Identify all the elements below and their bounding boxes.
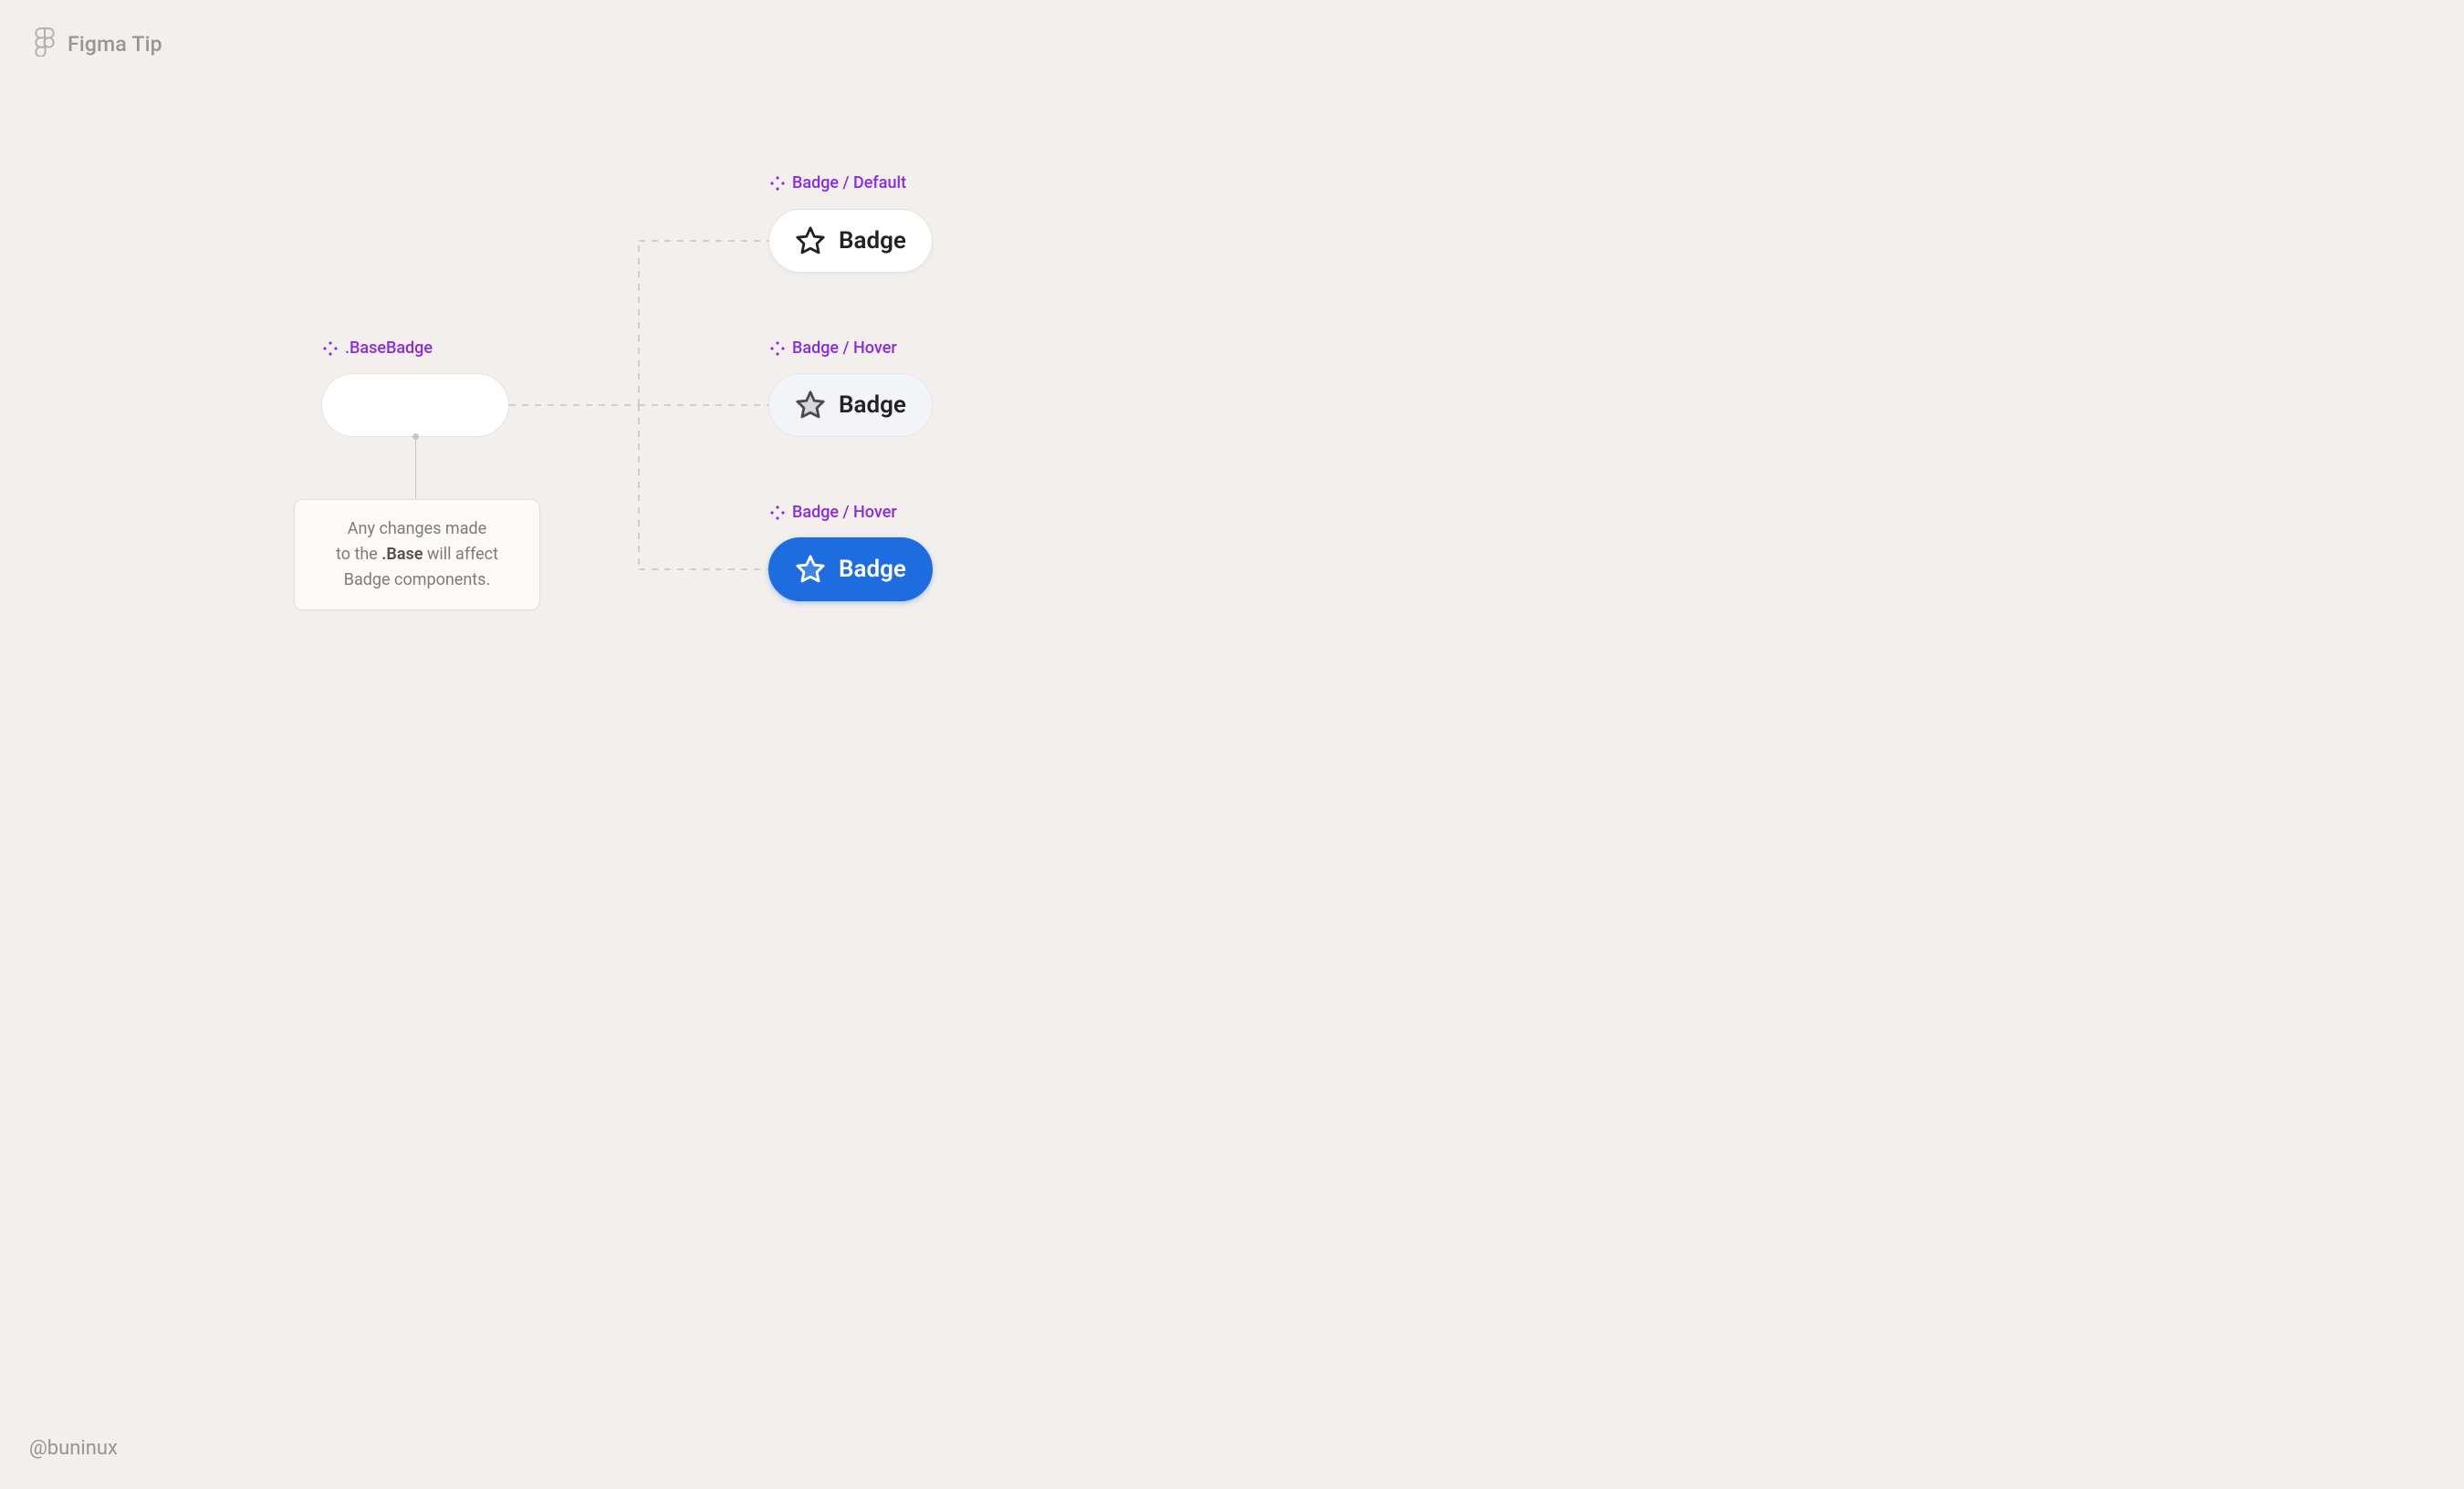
star-icon	[795, 554, 826, 585]
note-box: Any changes made to the .Base will affec…	[294, 499, 540, 610]
badge-active[interactable]: Badge	[768, 537, 933, 601]
component-label-text: Badge / Hover	[792, 503, 897, 522]
note-line3: Badge components.	[313, 567, 521, 593]
note-connector	[415, 437, 416, 499]
star-icon	[795, 225, 826, 256]
component-icon	[323, 341, 338, 356]
badge-text: Badge	[839, 227, 906, 255]
note-line2: to the .Base will affect	[313, 542, 521, 567]
badge-default[interactable]: Badge	[768, 209, 933, 273]
component-label-text: .BaseBadge	[345, 338, 433, 358]
component-label-hover: Badge / Hover	[770, 338, 897, 358]
connectors	[0, 0, 1278, 772]
component-label-text: Badge / Hover	[792, 338, 897, 358]
note-line1: Any changes made	[313, 516, 521, 542]
page-title: Figma Tip	[68, 32, 162, 57]
header: Figma Tip	[33, 27, 162, 60]
component-icon	[770, 176, 785, 191]
component-label-default: Badge / Default	[770, 173, 906, 193]
footer-handle: @buninux	[29, 1437, 118, 1460]
badge-text: Badge	[839, 556, 906, 583]
figma-icon	[33, 27, 57, 60]
base-badge-pill[interactable]	[321, 373, 509, 437]
component-label-text: Badge / Default	[792, 173, 906, 193]
star-icon	[795, 390, 826, 421]
badge-text: Badge	[839, 391, 906, 419]
component-icon	[770, 341, 785, 356]
badge-hover[interactable]: Badge	[768, 373, 933, 437]
component-label-active: Badge / Hover	[770, 503, 897, 522]
component-label-base: .BaseBadge	[323, 338, 433, 358]
component-icon	[770, 505, 785, 520]
